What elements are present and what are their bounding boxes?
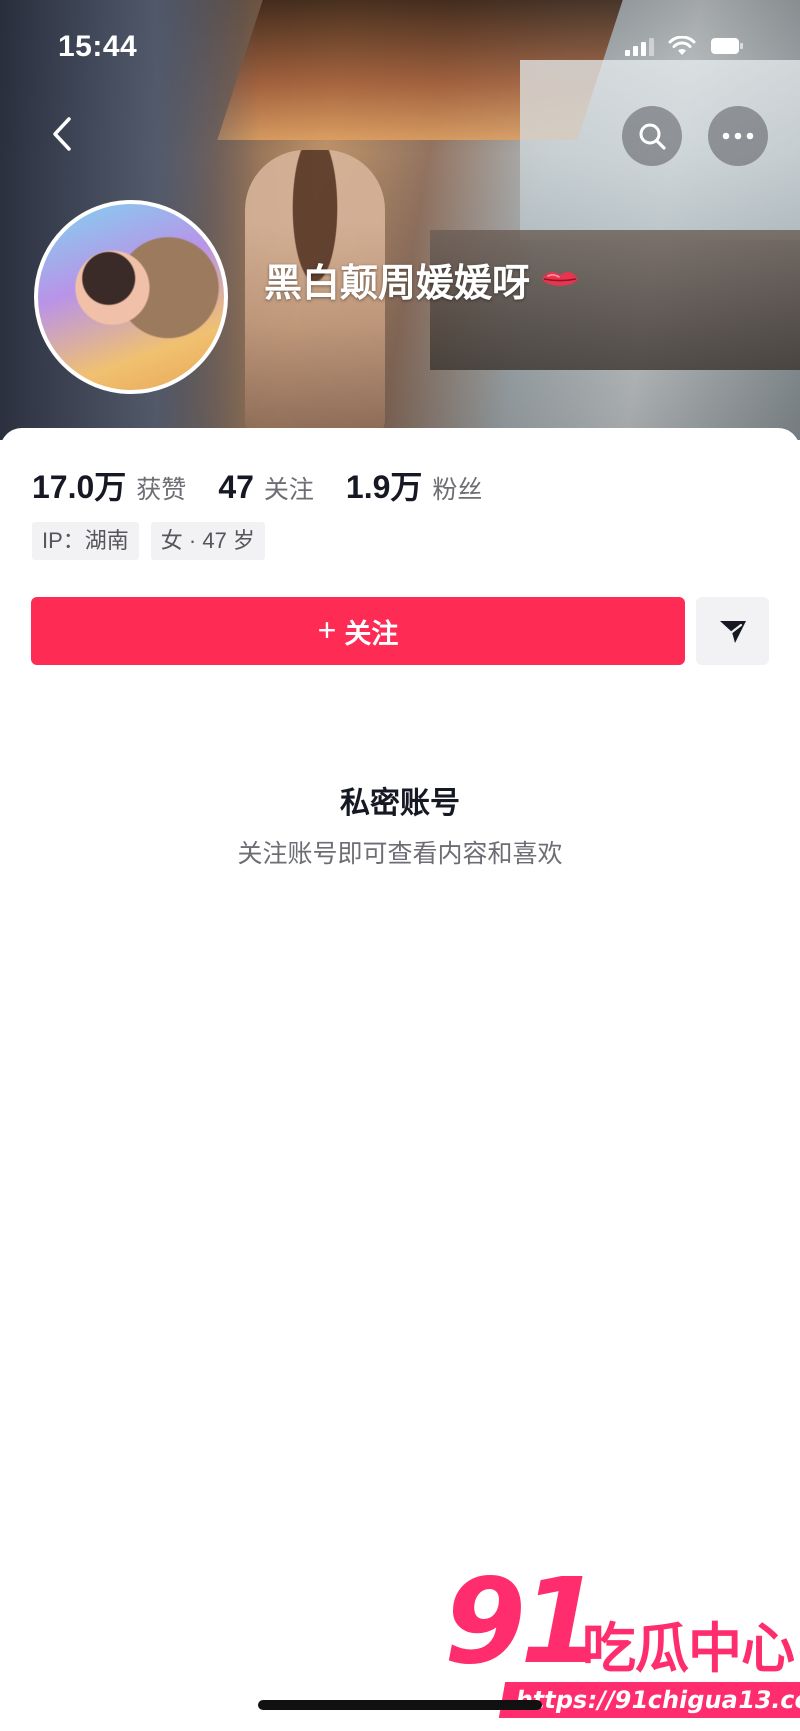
watermark: 91 吃瓜中心 https://91chigua13.com	[440, 1562, 800, 1720]
stat-followers[interactable]: 1.9万 粉丝	[346, 462, 483, 508]
watermark-name: 吃瓜中心	[582, 1619, 795, 1679]
stat-label: 获赞	[136, 476, 187, 504]
watermark-url: https://91chigua13.com	[498, 1682, 800, 1718]
stat-value: 47	[218, 469, 254, 505]
follow-button[interactable]: + 关注	[31, 597, 685, 665]
tag-gender-age: 女 · 47 岁	[150, 522, 265, 560]
cellular-signal-icon	[625, 36, 654, 56]
battery-icon	[710, 37, 744, 55]
wifi-icon	[668, 36, 696, 56]
profile-username: 黑白颠周媛媛呀	[264, 252, 580, 307]
profile-stats: 17.0万 获赞 47 关注 1.9万 粉丝	[32, 462, 514, 508]
watermark-number: 91	[444, 1552, 602, 1690]
username-text: 黑白颠周媛媛呀	[264, 263, 531, 305]
stat-likes[interactable]: 17.0万 获赞	[32, 462, 186, 508]
search-icon	[639, 123, 666, 150]
plus-icon: +	[317, 612, 337, 648]
back-button[interactable]	[40, 112, 84, 156]
send-icon	[719, 621, 746, 643]
share-button[interactable]	[696, 597, 769, 665]
search-button[interactable]	[622, 106, 682, 166]
chevron-left-icon	[53, 117, 71, 151]
status-time: 15:44	[58, 30, 138, 63]
stat-label: 关注	[263, 476, 314, 504]
profile-tags: IP：湖南 女 · 47 岁	[32, 522, 265, 560]
stat-value: 17.0万	[32, 469, 127, 505]
profile-content-card: 17.0万 获赞 47 关注 1.9万 粉丝 IP：湖南 女 · 47 岁 + …	[0, 428, 800, 1731]
follow-button-label: 关注	[344, 618, 399, 649]
private-account-description: 关注账号即可查看内容和喜欢	[237, 840, 563, 868]
more-options-button[interactable]	[708, 106, 768, 166]
lips-icon	[540, 258, 580, 301]
status-icons	[625, 36, 744, 56]
more-dots-icon	[722, 132, 754, 140]
tag-ip-location: IP：湖南	[32, 522, 139, 560]
status-bar: 15:44	[0, 0, 800, 90]
home-indicator	[258, 1700, 542, 1710]
stat-value: 1.9万	[345, 469, 423, 505]
avatar[interactable]	[34, 200, 228, 394]
stat-label: 粉丝	[432, 476, 483, 504]
stat-following[interactable]: 47 关注	[218, 469, 314, 506]
private-account-title: 私密账号	[340, 787, 460, 820]
